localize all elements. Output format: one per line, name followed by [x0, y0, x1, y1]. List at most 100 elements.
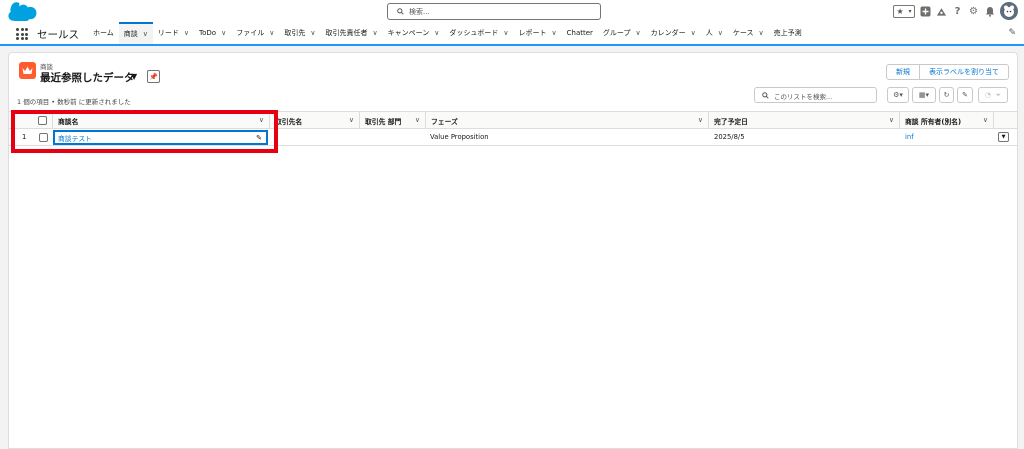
chevron-down-icon[interactable]: ∨	[552, 29, 557, 37]
user-avatar[interactable]	[1000, 2, 1018, 20]
gear-icon[interactable]: ⚙	[968, 6, 979, 17]
global-search[interactable]: 検索...	[387, 3, 601, 20]
pencil-icon: ✎	[962, 91, 968, 99]
search-icon	[397, 8, 404, 15]
trailhead-icon[interactable]	[936, 6, 947, 17]
nav-tab[interactable]: ToDo ∨	[194, 22, 231, 44]
pin-icon: 📌	[149, 72, 158, 81]
help-icon[interactable]: ?	[952, 6, 963, 17]
nav-tab-label: ダッシュボード	[449, 29, 499, 37]
nav-tab[interactable]: 取引先責任者 ∨	[320, 22, 382, 44]
chevron-down-icon[interactable]: ∨	[691, 29, 696, 37]
list-actions: 新規 表示ラベルを割り当て	[886, 64, 1009, 80]
nav-tab-label: グループ	[602, 29, 631, 37]
nav-tab[interactable]: グループ ∨	[598, 22, 646, 44]
notification-bell-icon[interactable]	[984, 6, 995, 17]
nav-tabs: ホーム 商談 ∨ リード ∨ ToDo ∨ ファイル ∨ 取引先 ∨ 取引先責任者 ∨ キャンペーン ∨ ダッ…	[88, 22, 807, 44]
refresh-icon: ↻	[943, 91, 950, 99]
nav-tab-label: ケース	[732, 29, 754, 37]
nav-tab-label: 取引先	[284, 29, 306, 37]
chevron-down-icon[interactable]: ∨	[759, 29, 764, 37]
app-name: セールス	[37, 29, 79, 41]
list-search-input[interactable]: このリストを検索...	[754, 87, 877, 103]
nav-tab[interactable]: ケース ∨	[728, 22, 769, 44]
nav-tab-label: 商談	[123, 30, 138, 38]
table-view-icon: ▦▾	[918, 91, 930, 99]
nav-tab[interactable]: 取引先 ∨	[279, 22, 320, 44]
chevron-down-icon[interactable]: ∨	[698, 116, 703, 124]
nav-tab[interactable]: ダッシュボード ∨	[444, 22, 513, 44]
nav-tab[interactable]: レポート ∨	[514, 22, 562, 44]
nav-tab-label: リード	[157, 29, 179, 37]
list-view-switcher-chevron-icon[interactable]: ▼	[131, 72, 137, 81]
column-header-account[interactable]: 取引先名 ∨	[270, 112, 360, 129]
favorites-button[interactable]: ★ ▾	[893, 4, 915, 18]
chevron-down-icon[interactable]: ∨	[434, 29, 439, 37]
filter-icon: ⏷	[995, 90, 1002, 99]
chart-filter-group[interactable]: ◔ ⏷	[978, 87, 1008, 103]
account-cell	[275, 129, 359, 145]
chevron-down-icon[interactable]: ∨	[143, 30, 148, 38]
chevron-down-icon[interactable]: ∨	[349, 116, 354, 124]
chevron-down-icon[interactable]: ∨	[269, 29, 274, 37]
global-header: 検索... ★ ▾ ? ⚙	[0, 0, 1024, 22]
chevron-down-icon: ▼	[1001, 134, 1006, 140]
app-navigation: セールス ホーム 商談 ∨ リード ∨ ToDo ∨ ファイル ∨ 取引先 ∨ 取引先責任者 ∨ キャンペ…	[0, 22, 1024, 46]
chevron-down-icon[interactable]: ∨	[372, 29, 377, 37]
opportunity-crown-icon	[19, 62, 36, 79]
nav-tab-label: キャンペーン	[387, 29, 430, 37]
refresh-button[interactable]: ↻	[939, 87, 954, 103]
chevron-down-icon[interactable]: ∨	[184, 29, 189, 37]
nav-tab[interactable]: キャンペーン ∨	[383, 22, 445, 44]
search-placeholder: 検索...	[409, 8, 430, 16]
add-icon[interactable]	[920, 6, 931, 17]
chevron-down-icon[interactable]: ∨	[636, 29, 641, 37]
app-launcher-icon[interactable]	[16, 28, 28, 40]
nav-tab-label: カレンダー	[650, 29, 686, 37]
new-button[interactable]: 新規	[886, 64, 920, 80]
owner-link[interactable]: inf	[905, 129, 993, 145]
nav-tab-label: 売上予測	[773, 29, 802, 37]
column-header-stage[interactable]: フェーズ ∨	[426, 112, 709, 129]
assign-label-button[interactable]: 表示ラベルを割り当て	[920, 64, 1009, 80]
column-label: 取引先 部門	[365, 117, 402, 126]
nav-tab[interactable]: カレンダー ∨	[646, 22, 701, 44]
nav-tab[interactable]: ホーム	[88, 22, 119, 44]
row-actions-button[interactable]: ▼	[998, 132, 1009, 142]
nav-tab[interactable]: 商談 ∨	[118, 22, 153, 44]
column-label: フェーズ	[431, 117, 458, 126]
inline-edit-button[interactable]: ✎	[957, 87, 973, 103]
chevron-down-icon[interactable]: ∨	[983, 116, 988, 124]
salesforce-logo[interactable]	[7, 2, 39, 21]
column-header-close-date[interactable]: 完了予定日 ∨	[709, 112, 900, 129]
list-settings-button[interactable]: ⚙▾	[887, 87, 909, 103]
nav-tab-label: レポート	[518, 29, 547, 37]
chevron-down-icon[interactable]: ∨	[221, 29, 226, 37]
nav-tab[interactable]: 人 ∨	[701, 22, 728, 44]
annotation-highlight-box	[11, 110, 278, 153]
nav-tab[interactable]: 売上予測	[769, 22, 807, 44]
nav-tab[interactable]: リード ∨	[153, 22, 194, 44]
search-icon	[762, 92, 769, 99]
nav-tab[interactable]: ファイル ∨	[231, 22, 279, 44]
nav-tab[interactable]: Chatter	[562, 22, 598, 44]
column-header-owner[interactable]: 商談 所有者(別名) ∨	[900, 112, 994, 129]
chevron-down-icon[interactable]: ∨	[310, 29, 315, 37]
column-header-account-dept[interactable]: 取引先 部門 ∨	[360, 112, 426, 129]
chevron-down-icon[interactable]: ∨	[718, 29, 723, 37]
nav-tab-label: ホーム	[93, 29, 114, 37]
chevron-down-icon[interactable]: ∨	[503, 29, 508, 37]
list-search-placeholder: このリストを検索...	[774, 93, 833, 101]
gear-icon: ⚙▾	[893, 91, 903, 99]
close-date-cell: 2025/8/5	[714, 133, 745, 141]
chevron-down-icon[interactable]: ∨	[415, 116, 420, 124]
chevron-down-icon: ▾	[908, 7, 912, 15]
chevron-down-icon[interactable]: ∨	[889, 116, 894, 124]
nav-tab-label: ファイル	[236, 29, 265, 37]
display-as-button[interactable]: ▦▾	[912, 87, 936, 103]
list-view-title[interactable]: 最近参照したデータ	[40, 70, 135, 85]
pin-list-view-button[interactable]: 📌	[147, 70, 160, 83]
edit-nav-pencil-icon[interactable]: ✎	[1008, 28, 1016, 38]
chart-icon: ◔	[984, 91, 992, 99]
star-icon: ★	[896, 6, 904, 16]
